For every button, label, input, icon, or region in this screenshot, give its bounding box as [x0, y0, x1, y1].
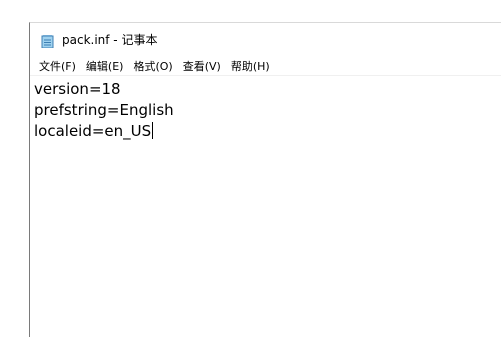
text-line-3: localeid=en_US	[34, 121, 497, 142]
text-line-3-content: localeid=en_US	[34, 122, 152, 140]
menu-edit[interactable]: 编辑(E)	[83, 56, 127, 76]
text-cursor	[152, 122, 154, 139]
title-bar[interactable]: pack.inf - 记事本	[30, 23, 501, 56]
notepad-window: pack.inf - 记事本 文件(F) 编辑(E) 格式(O) 查看(V) 帮…	[29, 22, 501, 337]
notepad-icon	[40, 33, 55, 48]
menu-view[interactable]: 查看(V)	[180, 56, 224, 76]
text-line-2: prefstring=English	[34, 101, 174, 119]
text-editor-area[interactable]: version=18 prefstring=English localeid=e…	[30, 77, 501, 337]
menu-format[interactable]: 格式(O)	[130, 56, 175, 76]
text-line-1: version=18	[34, 80, 121, 98]
window-title: pack.inf - 记事本	[62, 33, 158, 47]
menu-file[interactable]: 文件(F)	[36, 56, 79, 76]
menu-help[interactable]: 帮助(H)	[228, 56, 273, 76]
desktop-screen: pack.inf - 记事本 文件(F) 编辑(E) 格式(O) 查看(V) 帮…	[0, 0, 501, 337]
menu-bar: 文件(F) 编辑(E) 格式(O) 查看(V) 帮助(H)	[30, 56, 501, 76]
